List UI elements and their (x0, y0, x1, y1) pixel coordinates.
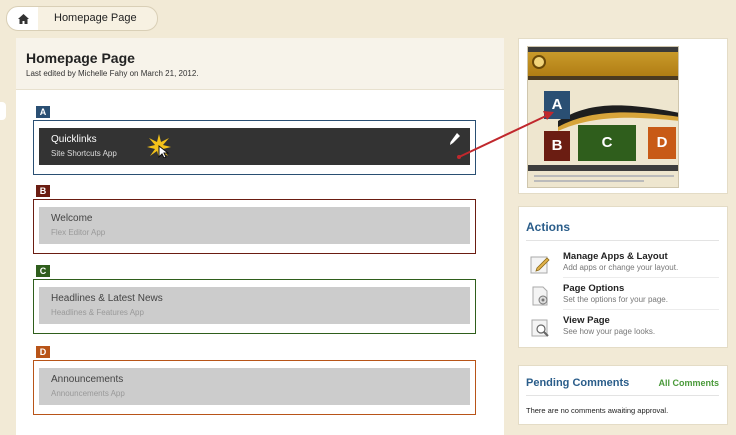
actions-title: Actions (526, 220, 571, 234)
app-title: Quicklinks (51, 134, 97, 145)
all-comments-link[interactable]: All Comments (658, 378, 719, 388)
app-subtitle: Flex Editor App (51, 228, 106, 237)
breadcrumb-home[interactable] (6, 6, 40, 31)
zone-c: Headlines & Latest News Headlines & Feat… (33, 279, 476, 334)
pending-comments-message: There are no comments awaiting approval. (526, 406, 669, 415)
page-title: Homepage Page (26, 50, 135, 66)
pending-comments-panel: Pending Comments All Comments There are … (518, 365, 728, 425)
last-edited-info: Last edited by Michelle Fahy on March 21… (26, 69, 199, 78)
action-manage-apps[interactable]: Manage Apps & Layout Add apps or change … (529, 251, 719, 281)
layout-editor-panel: Homepage Page Last edited by Michelle Fa… (16, 38, 504, 435)
thumb-zone-c: C (578, 125, 636, 161)
zone-b-tag: B (36, 185, 50, 197)
divider (526, 240, 719, 241)
view-page-icon (531, 319, 549, 337)
thumb-zone-b: B (544, 131, 570, 161)
page-thumbnail[interactable]: A B C D (527, 46, 679, 188)
action-name[interactable]: Manage Apps & Layout (563, 251, 668, 262)
thumb-zone-a: A (544, 91, 570, 119)
action-view-page[interactable]: View Page See how your page looks. (529, 315, 719, 345)
app-subtitle: Announcements App (51, 389, 125, 398)
divider (563, 277, 719, 278)
page-preview-card: A B C D (518, 38, 728, 194)
zone-a-tag: A (36, 106, 50, 118)
action-desc: See how your page looks. (563, 327, 656, 336)
edit-layout-icon (530, 256, 550, 274)
zone-c-tag: C (36, 265, 50, 277)
page-header: Homepage Page Last edited by Michelle Fa… (16, 38, 504, 90)
thumb-footer-line (534, 180, 644, 182)
app-subtitle: Site Shortcuts App (51, 149, 117, 158)
app-welcome[interactable]: Welcome Flex Editor App (39, 207, 470, 244)
action-desc: Add apps or change your layout. (563, 263, 679, 272)
divider (563, 309, 719, 310)
app-headlines[interactable]: Headlines & Latest News Headlines & Feat… (39, 287, 470, 324)
zone-b: Welcome Flex Editor App (33, 199, 476, 254)
seal-logo-icon (532, 55, 546, 69)
app-quicklinks[interactable]: Quicklinks Site Shortcuts App (39, 128, 470, 165)
thumb-header (528, 52, 678, 76)
thumb-footer-line (534, 175, 674, 177)
action-desc: Set the options for your page. (563, 295, 668, 304)
thumb-zone-d: D (648, 127, 676, 159)
zone-d-tag: D (36, 346, 50, 358)
pending-comments-title: Pending Comments (526, 377, 630, 389)
action-name[interactable]: View Page (563, 315, 610, 326)
click-highlight-icon (147, 134, 171, 158)
action-name[interactable]: Page Options (563, 283, 624, 294)
app-title: Announcements (51, 374, 124, 385)
thumb-nav (528, 76, 678, 80)
thumb-footer-bar (528, 165, 678, 171)
zone-a: Quicklinks Site Shortcuts App (33, 120, 476, 175)
breadcrumb-current-page[interactable]: Homepage Page (38, 6, 158, 31)
divider (526, 395, 719, 396)
pencil-icon[interactable] (450, 133, 460, 145)
zone-d: Announcements Announcements App (33, 360, 476, 415)
page-options-icon (532, 286, 548, 306)
app-announcements[interactable]: Announcements Announcements App (39, 368, 470, 405)
action-page-options[interactable]: Page Options Set the options for your pa… (529, 283, 719, 313)
side-panel-tab[interactable] (0, 102, 6, 120)
app-subtitle: Headlines & Features App (51, 308, 144, 317)
app-title: Headlines & Latest News (51, 293, 163, 304)
app-title: Welcome (51, 213, 93, 224)
actions-panel: Actions Manage Apps & Layout Add apps or… (518, 206, 728, 348)
home-icon (17, 13, 29, 24)
breadcrumb: Homepage Page (6, 6, 511, 31)
